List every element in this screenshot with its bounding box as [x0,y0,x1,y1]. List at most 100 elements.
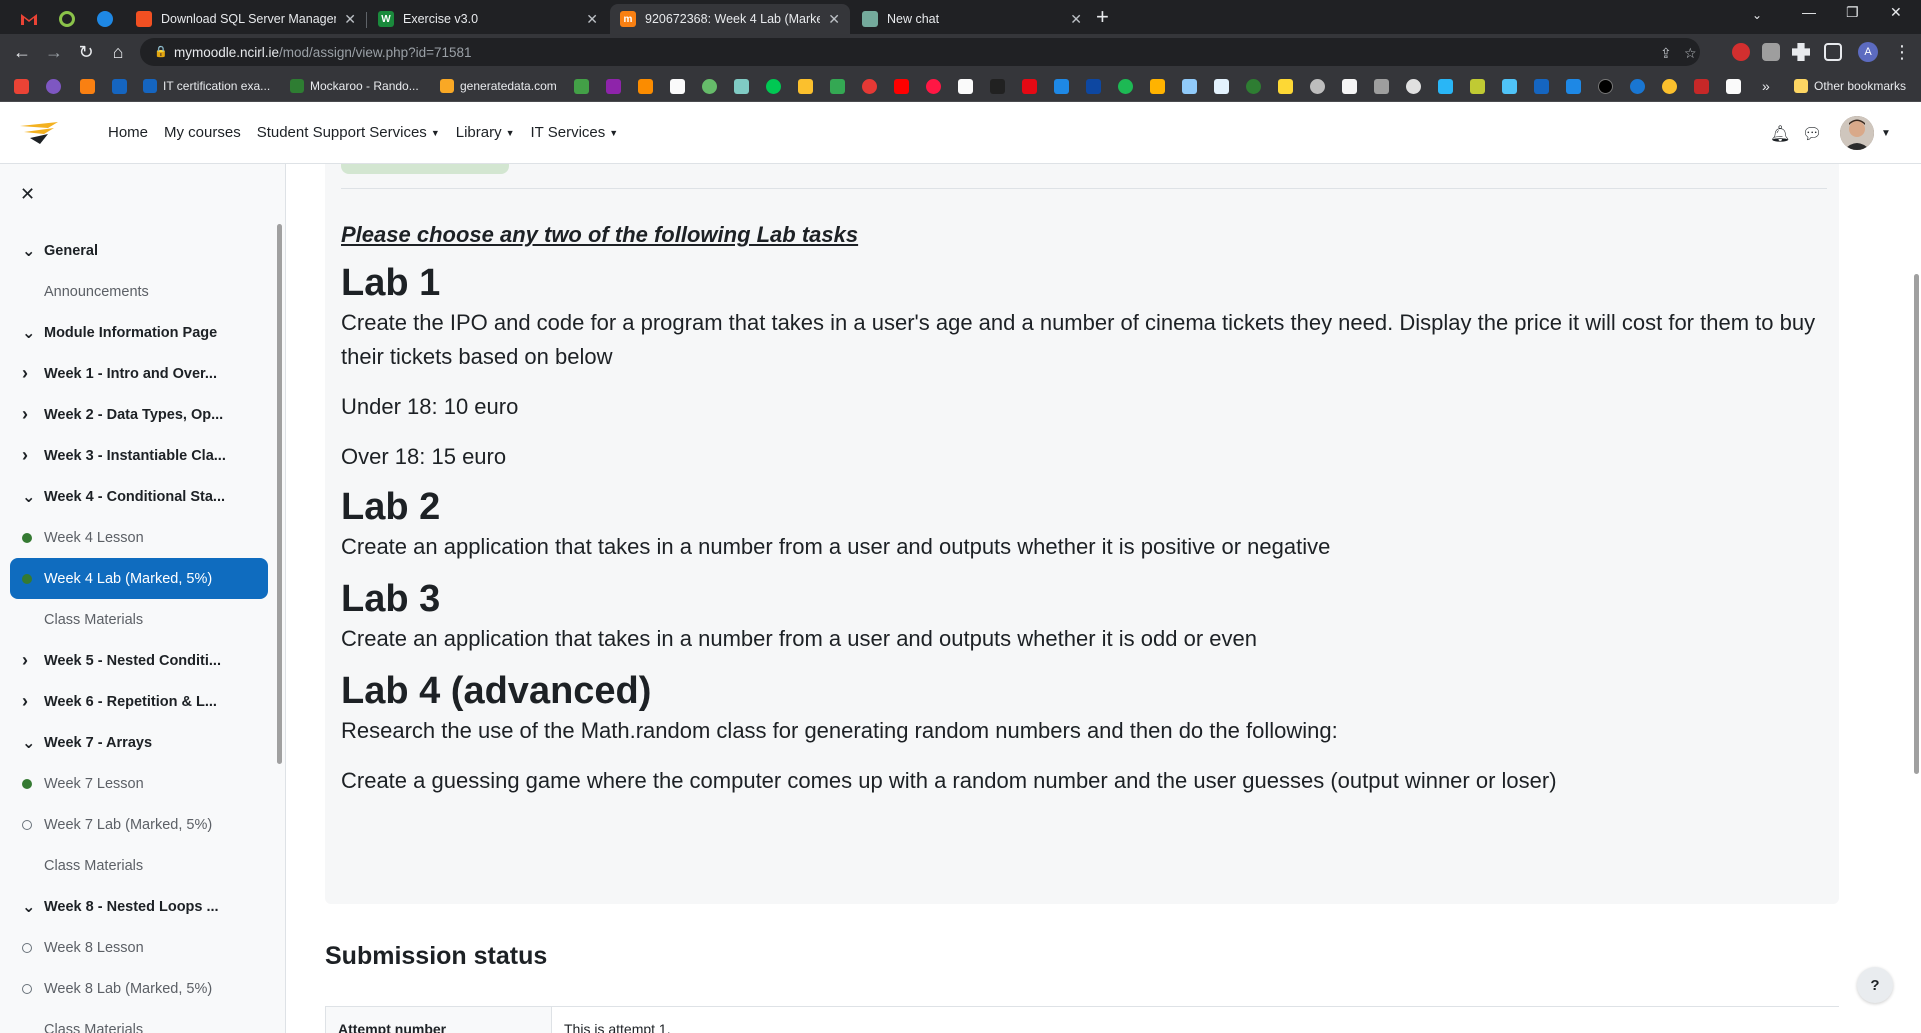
edge-icon[interactable] [1630,79,1645,94]
address-bar[interactable]: 🔒 mymoodle.ncirl.ie/mod/assign/view.php?… [140,38,1700,66]
bookmark-mockaroo[interactable]: Mockaroo - Rando... [290,78,419,94]
bookmark-icon[interactable] [1694,79,1709,94]
chevron-right-icon[interactable]: › [10,445,44,466]
course-section-item[interactable]: › Week 6 - Repetition & L... [10,681,268,722]
course-section-item[interactable]: › Week 5 - Nested Conditi... [10,640,268,681]
bookmark-icon[interactable] [1470,79,1485,94]
bookmark-icon[interactable] [798,79,813,94]
bookmarks-overflow-button[interactable]: » [1762,78,1770,94]
course-section-item[interactable]: › Week 2 - Data Types, Op... [10,394,268,435]
bookmark-icon[interactable] [80,79,95,94]
share-icon[interactable]: ⇪ [1660,45,1672,62]
bookmark-icon[interactable] [1278,79,1293,94]
other-bookmarks-folder[interactable]: Other bookmarks [1794,78,1906,94]
bookmark-icon[interactable] [1502,79,1517,94]
bookmark-icon[interactable] [638,79,653,94]
spotify-icon[interactable] [1118,79,1133,94]
chevron-right-icon[interactable]: › [10,691,44,712]
youtube-music-icon[interactable] [926,79,941,94]
r-icon[interactable] [1214,79,1229,94]
bookmark-icon[interactable] [574,79,589,94]
bookmark-icon[interactable] [734,79,749,94]
bookmark-icon[interactable] [112,79,127,94]
sidebar-scrollbar[interactable] [277,224,282,764]
bookmark-icon[interactable] [1598,79,1613,94]
bookmark-generatedata[interactable]: generatedata.com [440,78,557,94]
notifications-bell-icon[interactable]: 🔔︎ [1770,124,1790,144]
bookmark-icon[interactable] [1150,79,1165,94]
youtube-icon[interactable] [894,79,909,94]
pinned-tab-3[interactable] [86,4,124,34]
calendar-icon[interactable] [862,79,877,94]
course-activity-item[interactable]: Class Materials [10,845,268,886]
gmail-pinned-tab[interactable] [10,4,48,34]
course-activity-item[interactable]: Class Materials [10,1009,268,1033]
reload-button[interactable]: ↻ [74,40,98,64]
nav-item-student-support-services[interactable]: Student Support Services ▼ [257,124,440,141]
bookmark-icon[interactable] [1374,79,1389,94]
close-tab-icon[interactable]: ✕ [1070,11,1082,28]
course-section-item[interactable]: ⌄ Week 7 - Arrays [10,722,268,763]
extension-icon[interactable] [1762,43,1780,61]
chevron-down-icon[interactable]: ⌄ [10,733,44,753]
chevron-down-icon[interactable]: ⌄ [10,487,44,507]
chevron-down-icon[interactable]: ⌄ [10,323,44,343]
page-scrollbar[interactable] [1914,274,1919,774]
course-activity-item[interactable]: Announcements [10,271,268,312]
bookmark-star-icon[interactable]: ☆ [1684,45,1697,62]
side-panel-icon[interactable] [1824,43,1842,61]
close-window-button[interactable]: ✕ [1890,4,1902,21]
github-icon[interactable] [1406,79,1421,94]
home-button[interactable]: ⌂ [106,40,130,64]
bookmark-icon[interactable] [1534,79,1549,94]
bookmark-icon[interactable] [1246,79,1261,94]
bookmark-icon[interactable] [1662,79,1677,94]
close-drawer-button[interactable]: ✕ [20,184,35,205]
puzzle-icon[interactable] [1792,43,1810,61]
chevron-down-icon[interactable]: ⌄ [10,897,44,917]
course-activity-item[interactable]: Week 8 Lab (Marked, 5%) [10,968,268,1009]
chevron-right-icon[interactable]: › [10,650,44,671]
course-section-item[interactable]: › Week 3 - Instantiable Cla... [10,435,268,476]
amazon-icon[interactable] [958,79,973,94]
course-section-item[interactable]: ⌄ Week 8 - Nested Loops ... [10,886,268,927]
course-section-item[interactable]: ⌄ Week 4 - Conditional Sta... [10,476,268,517]
bookmark-icon[interactable] [1310,79,1325,94]
course-activity-item[interactable]: Week 7 Lab (Marked, 5%) [10,804,268,845]
user-avatar[interactable] [1840,116,1874,150]
restore-button[interactable]: ❐ [1846,4,1859,21]
course-activity-item[interactable]: Class Materials [10,599,268,640]
bookmark-icon[interactable] [1054,79,1069,94]
menu-icon[interactable]: ⋮ [1890,40,1914,64]
profile-avatar[interactable]: A [1858,42,1878,62]
nav-item-it-services[interactable]: IT Services ▼ [531,124,619,141]
extension-icon[interactable] [1732,43,1750,61]
bookmark-icon[interactable] [766,79,781,94]
bookmark-it-certification[interactable]: IT certification exa... [143,78,270,94]
chevron-right-icon[interactable]: › [10,404,44,425]
tab-week4-lab[interactable]: m 920672368: Week 4 Lab (Marked ✕ [610,4,850,34]
bookmark-icon[interactable] [46,79,61,94]
forward-button[interactable]: → [42,40,66,64]
tab-new-chat[interactable]: New chat ✕ [852,4,1092,34]
course-activity-item[interactable]: Week 8 Lesson [10,927,268,968]
ncirl-logo[interactable] [18,120,64,151]
tab-search-icon[interactable]: ⌄ [1752,8,1762,22]
netflix-icon[interactable] [1022,79,1037,94]
google-drive-icon[interactable] [830,79,845,94]
new-tab-button[interactable]: + [1096,6,1109,28]
close-tab-icon[interactable]: ✕ [344,11,356,28]
bookmark-icon[interactable] [670,79,685,94]
nav-item-home[interactable]: Home [108,124,148,141]
course-activity-item[interactable]: Week 4 Lesson [10,517,268,558]
course-section-item[interactable]: › Week 1 - Intro and Over... [10,353,268,394]
user-menu-chevron-icon[interactable]: ▼ [1881,128,1891,139]
bookmark-icon[interactable] [702,79,717,94]
close-tab-icon[interactable]: ✕ [828,11,840,28]
tab-exercise[interactable]: W Exercise v3.0 ✕ [368,4,608,34]
minimize-button[interactable]: — [1802,4,1816,20]
back-button[interactable]: ← [10,40,34,64]
messages-icon[interactable]: 💬︎ [1802,124,1822,144]
bookmark-icon[interactable] [1726,79,1741,94]
gmail-bookmark-icon[interactable] [14,79,29,94]
